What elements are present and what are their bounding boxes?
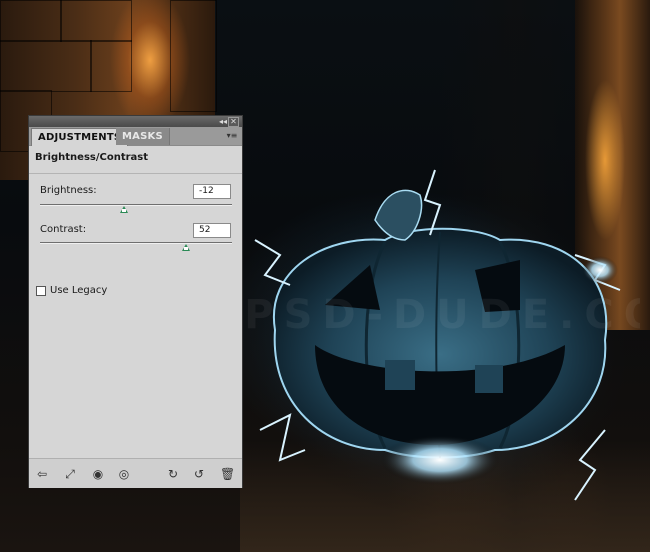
use-legacy-label[interactable]: Use Legacy xyxy=(50,285,107,296)
tab-masks[interactable]: MASKS xyxy=(116,128,170,145)
contrast-slider-thumb[interactable] xyxy=(181,244,190,251)
return-arrow-icon[interactable]: ⇦ xyxy=(35,467,49,481)
collapse-icon[interactable]: ◂◂ xyxy=(219,116,227,127)
contrast-label: Contrast: xyxy=(40,224,87,235)
panel-bottom-toolbar: ⇦ ⤢ ◉ ◎ ↻ ↺ 🗑 xyxy=(29,458,242,488)
use-legacy-checkbox[interactable] xyxy=(36,286,46,296)
reset-icon[interactable]: ↺ xyxy=(192,467,206,481)
divider xyxy=(29,173,242,174)
brightness-slider-track[interactable] xyxy=(40,204,232,206)
panel-tabs: ADJUSTMENTS MASKS ▾≡ xyxy=(29,127,242,146)
brightness-slider-thumb[interactable] xyxy=(120,206,129,213)
tab-adjustments[interactable]: ADJUSTMENTS xyxy=(31,128,129,146)
panel-titlebar[interactable]: ◂◂ ✕ xyxy=(29,116,242,127)
view-previous-icon[interactable]: ↻ xyxy=(166,467,180,481)
glowing-pumpkin-image xyxy=(235,160,650,530)
contrast-slider-track[interactable] xyxy=(40,242,232,244)
brightness-input[interactable]: -12 xyxy=(193,184,231,199)
close-icon[interactable]: ✕ xyxy=(228,117,239,127)
adjustments-panel: ◂◂ ✕ ADJUSTMENTS MASKS ▾≡ Brightness/Con… xyxy=(28,115,243,488)
clip-layer-icon[interactable]: ◉ xyxy=(91,467,105,481)
expand-view-icon[interactable]: ⤢ xyxy=(63,467,77,481)
adjustment-title: Brightness/Contrast xyxy=(35,152,149,163)
visibility-eye-icon[interactable]: ◎ xyxy=(117,467,131,481)
brightness-label: Brightness: xyxy=(40,185,97,196)
panel-menu-icon[interactable]: ▾≡ xyxy=(225,131,239,141)
trash-icon[interactable]: 🗑 xyxy=(220,467,235,481)
contrast-input[interactable]: 52 xyxy=(193,223,231,238)
